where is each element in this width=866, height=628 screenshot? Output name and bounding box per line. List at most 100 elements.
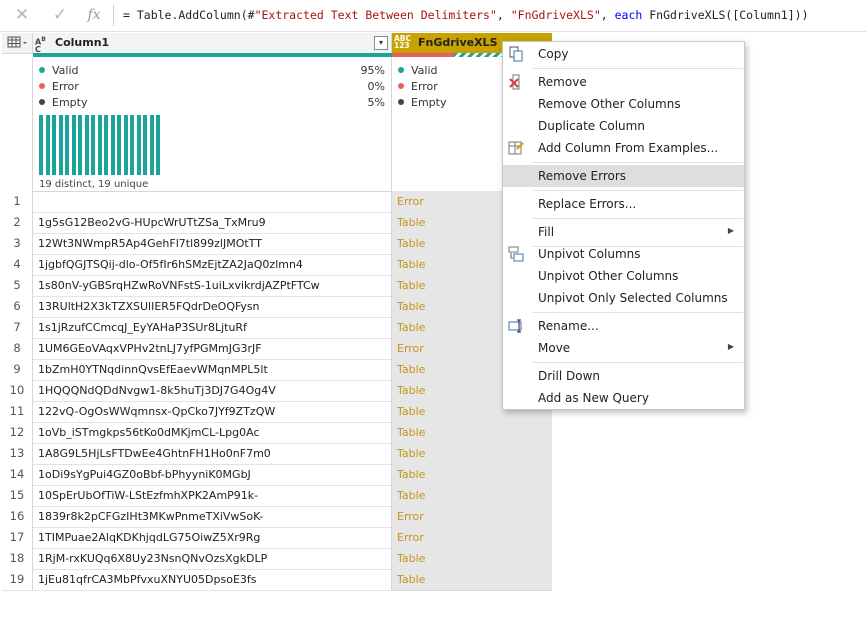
value-distribution-histogram[interactable] — [39, 115, 163, 175]
cell-fngdrivexls[interactable]: Table — [392, 443, 552, 465]
row-number[interactable]: 2 — [2, 212, 33, 234]
row-number[interactable]: 13 — [2, 443, 33, 465]
histogram-bar[interactable] — [136, 115, 141, 175]
histogram-bar[interactable] — [110, 115, 115, 175]
histogram-bar[interactable] — [123, 115, 128, 175]
histogram-bar[interactable] — [58, 115, 63, 175]
formula-string-1: "Extracted Text Between Delimiters" — [254, 8, 497, 22]
row-number[interactable]: 18 — [2, 548, 33, 570]
menu-item-label: Copy — [538, 47, 569, 61]
column-header-column1[interactable]: AB C Column1 ▾ — [33, 33, 392, 54]
menu-item-copy[interactable]: Copy — [503, 43, 744, 65]
menu-item-rename[interactable]: Rename... — [503, 315, 744, 337]
cell-column1[interactable]: 10SpErUbOfTiW-LStEzfmhXPK2AmP91k- — [33, 485, 392, 507]
histogram-bar[interactable] — [104, 115, 108, 175]
histogram-bar[interactable] — [39, 115, 43, 175]
chevron-down-icon[interactable]: ▾ — [374, 36, 388, 50]
row-number[interactable]: 12 — [2, 422, 33, 444]
menu-item-unpivot-only-selected-columns[interactable]: Unpivot Only Selected Columns — [503, 287, 744, 309]
row-number[interactable]: 4 — [2, 254, 33, 276]
histogram-bar[interactable] — [143, 115, 147, 175]
cell-column1[interactable]: 1g5sG12Beo2vG-HUpcWrUTtZSa_TxMru9 — [33, 212, 392, 234]
cell-fngdrivexls[interactable]: Table — [392, 464, 552, 486]
histogram-bar[interactable] — [71, 115, 76, 175]
cell-column1[interactable]: 1RjM-rxKUQq6X8Uy23NsnQNvOzsXgkDLP — [33, 548, 392, 570]
menu-item-drill-down[interactable]: Drill Down — [503, 365, 744, 387]
histogram-bar[interactable] — [45, 115, 50, 175]
row-number[interactable]: 15 — [2, 485, 33, 507]
cell-column1[interactable]: 12Wt3NWmpR5Ap4GehFl7tl899zlJMOtTT — [33, 233, 392, 255]
histogram-bar[interactable] — [52, 115, 56, 175]
histogram-bar[interactable] — [130, 115, 134, 175]
cell-fngdrivexls[interactable]: Error — [392, 527, 552, 549]
histogram-bar[interactable] — [156, 115, 160, 175]
menu-item-add-as-new-query[interactable]: Add as New Query — [503, 387, 744, 409]
cell-column1[interactable]: 1A8G9L5HjLsFTDwEe4GhtnFH1Ho0nF7m0 — [33, 443, 392, 465]
row-number[interactable]: 6 — [2, 296, 33, 318]
cell-column1[interactable]: 1s1jRzufCCmcqJ_EyYAHaP3SUr8LjtuRf — [33, 317, 392, 339]
menu-item-unpivot-columns[interactable]: Unpivot Columns — [503, 243, 744, 265]
histogram-bar[interactable] — [117, 115, 121, 175]
cell-column1[interactable]: 1TIMPuae2AlqKDKhjqdLG75OiwZ5Xr9Rg — [33, 527, 392, 549]
menu-item-unpivot-other-columns[interactable]: Unpivot Other Columns — [503, 265, 744, 287]
row-number[interactable]: 11 — [2, 401, 33, 423]
cell-fngdrivexls[interactable]: Table — [392, 548, 552, 570]
valid-dot-icon — [398, 67, 404, 73]
table-row: 7 1s1jRzufCCmcqJ_EyYAHaP3SUr8LjtuRf Table — [2, 317, 552, 339]
cell-column1[interactable]: 1HQQQNdQDdNvgw1-8k5huTj3DJ7G4Og4V — [33, 380, 392, 402]
cell-fngdrivexls[interactable]: Table — [392, 422, 552, 444]
row-number[interactable]: 5 — [2, 275, 33, 297]
row-number[interactable]: 17 — [2, 527, 33, 549]
any-type-icon[interactable]: ABC 123 — [394, 35, 411, 50]
row-number[interactable]: 10 — [2, 380, 33, 402]
chevron-right-icon: ▶ — [727, 226, 734, 235]
menu-item-remove-other-columns[interactable]: Remove Other Columns — [503, 93, 744, 115]
cell-fngdrivexls[interactable]: Error — [392, 506, 552, 528]
row-number[interactable]: 3 — [2, 233, 33, 255]
add-column-examples-icon — [508, 141, 524, 155]
cell-column1[interactable]: 1jgbfQGJTSQij-dlo-Of5fIr6hSMzEjtZA2JaQ0z… — [33, 254, 392, 276]
cell-column1[interactable] — [33, 191, 392, 213]
row-number[interactable]: 9 — [2, 359, 33, 381]
histogram-bar[interactable] — [97, 115, 102, 175]
menu-item-replace-errors[interactable]: Replace Errors... — [503, 193, 744, 215]
menu-item-move[interactable]: Move ▶ — [503, 337, 744, 359]
menu-item-add-column-from-examples[interactable]: Add Column From Examples... — [503, 137, 744, 159]
table-menu-corner[interactable] — [2, 33, 33, 54]
histogram-bar[interactable] — [78, 115, 82, 175]
cell-column1[interactable]: 1jEu81qfrCA3MbPfvxuXNYU05DpsoE3fs — [33, 569, 392, 591]
row-number[interactable]: 16 — [2, 506, 33, 528]
cell-column1[interactable]: 1UM6GEoVAqxVPHv2tnLJ7yfPGMmJG3rJF — [33, 338, 392, 360]
row-number[interactable]: 7 — [2, 317, 33, 339]
cell-fngdrivexls[interactable]: Table — [392, 485, 552, 507]
cell-column1[interactable]: 122vQ-OgOsWWqmnsx-QpCko7JYf9ZTzQW — [33, 401, 392, 423]
menu-item-duplicate-column[interactable]: Duplicate Column — [503, 115, 744, 137]
cell-column1[interactable]: 13RUltH2X3kTZXSUlIER5FQdrDeOQFysn — [33, 296, 392, 318]
row-number[interactable]: 14 — [2, 464, 33, 486]
cell-column1[interactable]: 1839r8k2pCFGzIHt3MKwPnmeTXiVwSoK- — [33, 506, 392, 528]
menu-separator — [533, 362, 743, 363]
cell-column1[interactable]: 1s80nV-yGBSrqHZwRoVNFstS-1uiLxvikrdjAZPt… — [33, 275, 392, 297]
menu-item-fill[interactable]: Fill ▶ — [503, 221, 744, 243]
fx-icon[interactable]: fx — [83, 4, 105, 26]
histogram-bar[interactable] — [91, 115, 95, 175]
close-icon[interactable]: ✕ — [11, 4, 33, 26]
row-number[interactable]: 1 — [2, 191, 33, 213]
menu-item-remove[interactable]: Remove — [503, 71, 744, 93]
histogram-bar[interactable] — [65, 115, 69, 175]
histogram-bar[interactable] — [149, 115, 154, 175]
table-row: 4 1jgbfQGJTSQij-dlo-Of5fIr6hSMzEjtZA2JaQ0… — [2, 254, 552, 276]
histogram-bar[interactable] — [84, 115, 89, 175]
row-number[interactable]: 19 — [2, 569, 33, 591]
menu-item-remove-errors[interactable]: Remove Errors — [503, 165, 744, 187]
row-number[interactable]: 8 — [2, 338, 33, 360]
menu-separator — [533, 68, 743, 69]
check-icon[interactable]: ✓ — [49, 4, 71, 26]
text-type-icon[interactable]: AB C — [35, 36, 46, 53]
cell-column1[interactable]: 1bZmH0YTNqdinnQvsEfEaevWMqnMPL5lt — [33, 359, 392, 381]
table-row: 18 1RjM-rxKUQq6X8Uy23NsnQNvOzsXgkDLP Table — [2, 548, 552, 570]
cell-column1[interactable]: 1oVb_iSTmgkps56tKo0dMKjmCL-Lpg0Ac — [33, 422, 392, 444]
cell-fngdrivexls[interactable]: Table — [392, 569, 552, 591]
formula-input[interactable]: = Table.AddColumn(#"Extracted Text Betwe… — [123, 8, 809, 22]
cell-column1[interactable]: 1oDi9sYgPui4GZ0oBbf-bPhyyniK0MGbJ — [33, 464, 392, 486]
